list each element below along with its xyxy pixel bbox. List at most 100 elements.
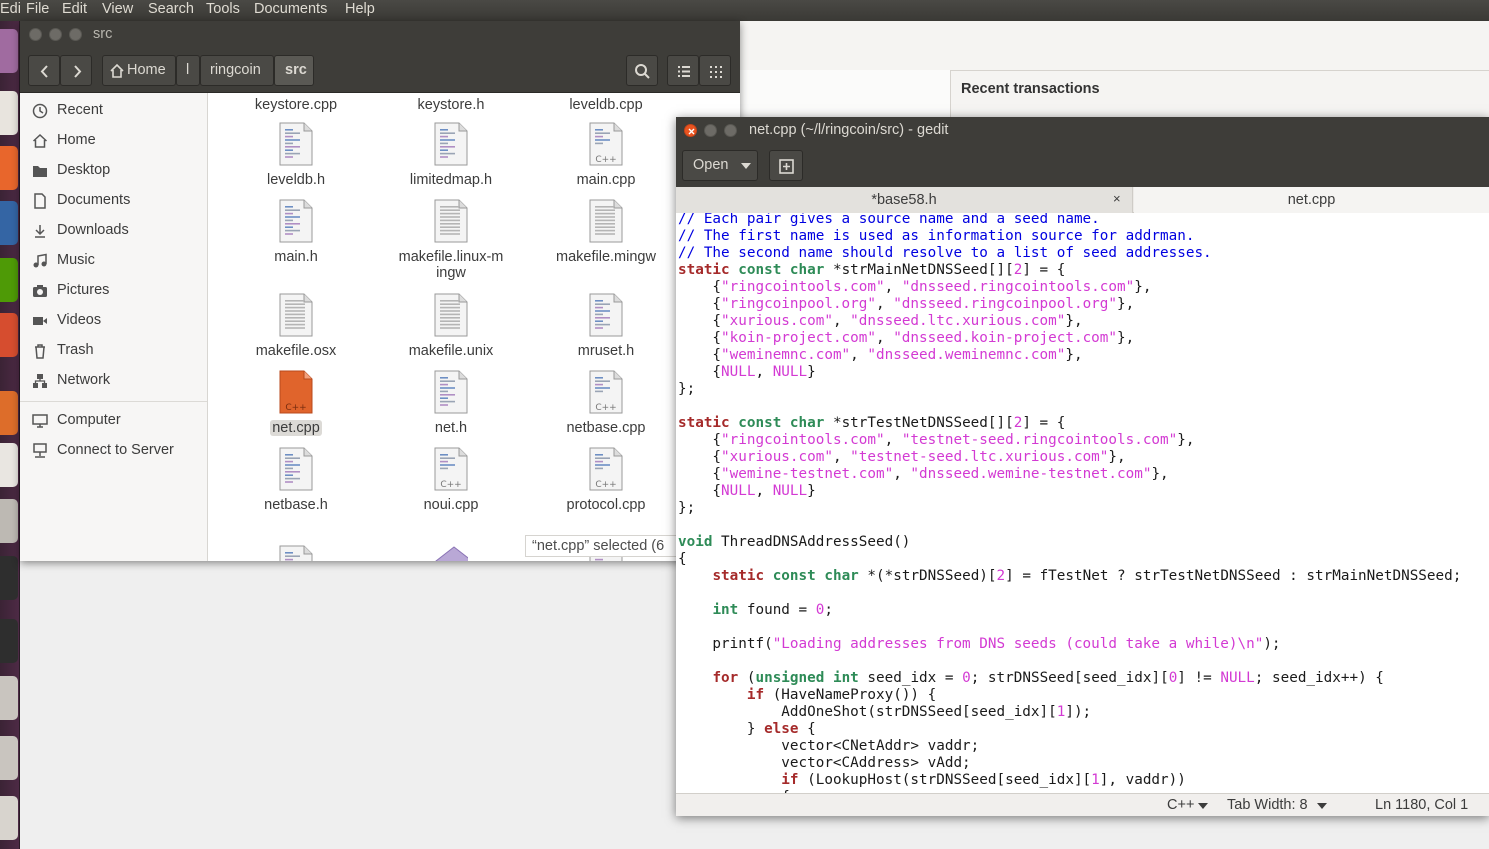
file-icon (279, 199, 313, 243)
file-item[interactable]: makefile.linux-mingw (381, 199, 521, 281)
impress-launcher-icon[interactable] (0, 313, 18, 357)
file-item[interactable]: C++ protocol.cpp (536, 447, 676, 513)
menu-help[interactable]: Help (345, 1, 375, 17)
tab-net-cpp[interactable]: net.cpp (1134, 187, 1489, 213)
list-view-button[interactable] (667, 55, 699, 86)
file-item[interactable]: C++ netbase.cpp (536, 370, 676, 436)
maximize-icon[interactable] (724, 124, 737, 137)
files-launcher-icon[interactable] (0, 91, 18, 135)
code-editor[interactable]: // Each pair gives a source name and a s… (676, 213, 1489, 793)
file-name: makefile.osx (255, 343, 337, 359)
file-icon (434, 370, 468, 414)
maximize-icon[interactable] (69, 28, 82, 41)
calc-launcher-icon[interactable] (0, 258, 18, 302)
tab-close-icon[interactable]: × (1113, 191, 1121, 206)
code-line: {"xurious.com", "dnsseed.ltc.xurious.com… (678, 313, 1083, 329)
camera-icon (33, 285, 47, 297)
file-manager-titlebar: src (20, 21, 740, 49)
file-icon (279, 293, 313, 337)
gedit-titlebar: net.cpp (~/l/ringcoin/src) - gedit (676, 117, 1489, 145)
file-item[interactable]: net.h (381, 370, 521, 436)
code-line: // The second name should resolve to a l… (678, 245, 1212, 261)
menu-search[interactable]: Search (148, 1, 194, 17)
code-line: {"ringcointools.com", "dnsseed.ringcoint… (678, 279, 1152, 295)
breadcrumb-home[interactable]: Home (102, 55, 176, 86)
file-item[interactable]: keystore.h (381, 97, 521, 113)
code-line: vector<CNetAddr> vaddr; (678, 738, 980, 754)
disk-launcher-icon[interactable] (0, 676, 18, 720)
file-item[interactable]: C++ main.cpp (536, 122, 676, 188)
file-name: mruset.h (577, 343, 635, 359)
sidebar-item-label: Videos (57, 312, 102, 328)
help-launcher-icon[interactable] (0, 443, 18, 487)
file-manager-toolbar: Home l ringcoin src (20, 49, 740, 93)
software-launcher-icon[interactable] (0, 391, 18, 435)
file-item[interactable]: leveldb.h (226, 122, 366, 188)
file-item[interactable]: mruset.h (536, 293, 676, 359)
forward-button[interactable] (60, 55, 92, 86)
file-item[interactable]: makefile.mingw (536, 199, 676, 265)
code-line: {NULL, NULL} (678, 364, 816, 380)
minimize-icon[interactable] (704, 124, 717, 137)
firefox-launcher-icon[interactable] (0, 146, 18, 190)
sidebar-item-label: Computer (57, 412, 121, 428)
settings-launcher-icon[interactable] (0, 499, 18, 543)
menu-file[interactable]: File (26, 1, 49, 17)
terminal-launcher-icon[interactable] (0, 556, 18, 600)
editor-launcher-icon[interactable] (0, 796, 18, 840)
close-icon[interactable] (684, 124, 697, 137)
terminal2-launcher-icon[interactable] (0, 619, 18, 663)
new-tab-button[interactable] (769, 150, 803, 181)
home-icon (110, 63, 124, 78)
minimize-icon[interactable] (49, 28, 62, 41)
menu-edit[interactable]: Edit (62, 1, 87, 17)
tab-width-selector[interactable]: Tab Width: 8 (1227, 797, 1308, 813)
language-selector[interactable]: C++ (1167, 797, 1194, 813)
chevron-right-icon (74, 65, 82, 78)
sidebar-item-label: Home (57, 132, 96, 148)
svg-text:C++: C++ (440, 480, 461, 490)
file-item[interactable]: keystore.cpp (226, 97, 366, 113)
download-icon (35, 225, 45, 238)
file-item[interactable]: C++ net.cpp (226, 370, 366, 436)
file-item[interactable]: makefile.unix (381, 293, 521, 359)
file-name: protocol.cpp (566, 497, 646, 513)
file-item[interactable]: C++ noui.cpp (381, 447, 521, 513)
search-button[interactable] (626, 55, 658, 86)
code-line: }; (678, 500, 696, 516)
grid-view-button[interactable] (699, 55, 731, 86)
close-icon[interactable] (29, 28, 42, 41)
menu-documents[interactable]: Documents (254, 1, 327, 17)
file-grid: keystore.cpp keystore.h leveldb.cpp leveldb… (209, 93, 740, 561)
breadcrumb-ringcoin[interactable]: ringcoin (200, 55, 274, 86)
file-name: limitedmap.h (409, 172, 493, 188)
dash-icon[interactable] (0, 29, 18, 73)
open-button[interactable]: Open (682, 150, 758, 181)
file-item[interactable]: makefile.osx (226, 293, 366, 359)
disk2-launcher-icon[interactable] (0, 736, 18, 780)
file-icon (434, 199, 468, 243)
breadcrumb-l[interactable]: l (176, 55, 200, 86)
file-item[interactable]: limitedmap.h (381, 122, 521, 188)
tab-base58[interactable]: *base58.h × (676, 187, 1133, 213)
app-name-fragment: Edi (0, 1, 21, 17)
file-item[interactable]: netbase.h (226, 447, 366, 513)
file-item[interactable]: leveldb.cpp (536, 97, 676, 113)
menu-tools[interactable]: Tools (206, 1, 240, 17)
svg-text:C++: C++ (285, 403, 306, 413)
writer-launcher-icon[interactable] (0, 201, 18, 245)
back-button[interactable] (28, 55, 60, 86)
code-line: {"koin-project.com", "dnsseed.koin-proje… (678, 330, 1135, 346)
file-manager-title: src (93, 26, 113, 42)
menu-view[interactable]: View (102, 1, 133, 17)
file-icon: C++ (434, 447, 468, 491)
file-icon (279, 447, 313, 491)
file-name: leveldb.cpp (569, 97, 643, 113)
dropdown-arrow-icon (1317, 803, 1327, 809)
code-line: } else { (678, 721, 816, 737)
grid-view-icon (710, 66, 722, 78)
breadcrumb-src[interactable]: src (274, 55, 314, 86)
file-item[interactable]: main.h (226, 199, 366, 265)
code-line: {"ringcointools.com", "testnet-seed.ring… (678, 432, 1195, 448)
file-name: leveldb.h (266, 172, 326, 188)
